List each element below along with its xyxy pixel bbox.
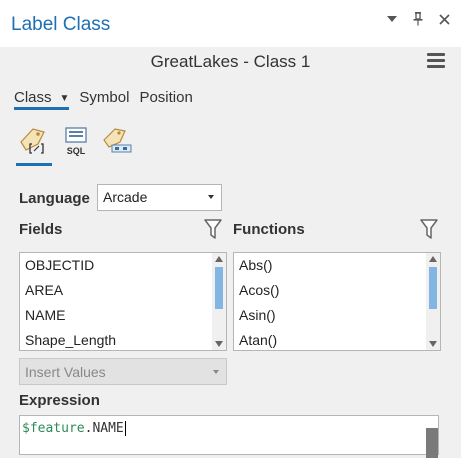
list-item[interactable]: Shape_Length [20,328,226,350]
panel-controls [385,12,451,26]
label-expression-icon [20,128,45,154]
chevron-down-icon [213,370,219,374]
tab-position[interactable]: Position [139,89,192,110]
sql-icon-text: SQL [67,146,86,156]
expression-keyword: $feature [22,421,85,436]
label-class-name: GreatLakes - Class 1 [150,52,311,71]
list-item[interactable]: OBJECTID [20,253,226,278]
options-dropdown-icon[interactable] [385,12,399,26]
scroll-down-icon[interactable] [215,341,223,347]
close-icon[interactable] [437,12,451,26]
list-item[interactable]: NAME [20,303,226,328]
pin-icon[interactable] [411,12,425,26]
label-placement-icon [103,128,132,153]
menu-icon[interactable] [427,53,445,69]
expression-label: Expression [19,392,100,409]
label-mode-switcher: SQL [16,124,136,166]
fields-list[interactable]: OBJECTID AREA NAME Shape_Length [19,252,227,351]
tab-class[interactable]: Class ▼ [14,89,70,110]
scroll-thumb[interactable] [429,267,437,309]
list-item[interactable]: Atan() [234,328,440,350]
chevron-down-icon[interactable]: ▼ [60,93,70,104]
scroll-up-icon[interactable] [429,256,437,262]
expression-scrollbar[interactable] [426,428,438,458]
scroll-up-icon[interactable] [215,256,223,262]
fields-label: Fields [19,221,63,238]
label-expression-button[interactable] [16,124,52,166]
list-item[interactable]: Asin() [234,303,440,328]
functions-scrollbar[interactable] [426,253,440,350]
tab-bar: Class ▼ Symbol Position [14,89,203,110]
panel-titlebar: Label Class [0,0,461,47]
expression-field: .NAME [84,421,124,436]
expression-editor[interactable]: $feature.NAME [19,415,439,458]
functions-list[interactable]: Abs() Acos() Asin() Atan() [233,252,441,351]
language-dropdown[interactable]: Arcade [97,184,222,211]
language-value: Arcade [103,189,148,205]
fields-filter-icon[interactable] [204,218,222,240]
chevron-down-icon [208,195,214,199]
functions-filter-icon[interactable] [420,218,438,240]
fields-scrollbar[interactable] [212,253,226,350]
list-item[interactable]: Acos() [234,278,440,303]
list-item[interactable]: AREA [20,278,226,303]
sql-query-button[interactable]: SQL [58,124,94,166]
sql-query-icon: SQL [65,127,87,156]
tab-symbol[interactable]: Symbol [79,89,129,110]
panel-title: Label Class [11,14,111,35]
text-cursor [124,421,126,436]
label-placement-button[interactable] [100,124,136,166]
insert-values-dropdown: Insert Values [19,358,227,385]
scroll-down-icon[interactable] [429,341,437,347]
insert-values-label: Insert Values [25,364,106,380]
language-label: Language [19,190,90,207]
tab-class-label: Class [14,89,52,106]
functions-label: Functions [233,221,305,238]
scroll-thumb[interactable] [215,267,223,309]
list-item[interactable]: Abs() [234,253,440,278]
